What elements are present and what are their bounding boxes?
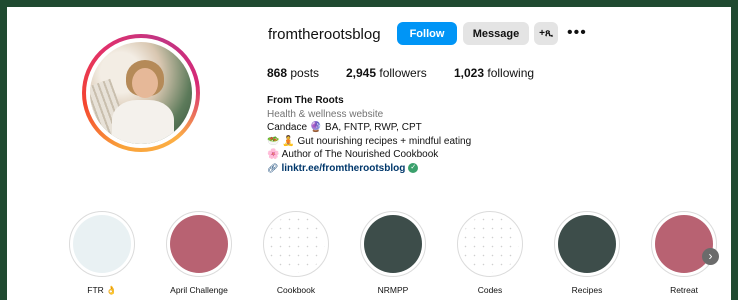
- highlight-label: Retreat: [670, 285, 698, 295]
- more-options-icon[interactable]: •••: [567, 24, 587, 42]
- highlight-label: NRMPP: [377, 285, 409, 295]
- posts-stat[interactable]: 868 posts: [267, 66, 319, 80]
- display-name: From The Roots: [267, 95, 344, 106]
- profile-username: fromtherootsblog: [268, 26, 381, 43]
- bio-link[interactable]: linktr.ee/fromtherootsblog: [281, 162, 405, 176]
- posts-label: posts: [290, 66, 320, 80]
- highlight-label: Recipes: [571, 285, 603, 295]
- followers-count: 2,945: [346, 66, 377, 80]
- highlight-item[interactable]: Retreat: [644, 211, 724, 295]
- following-count: 1,023: [454, 66, 485, 80]
- following-stat[interactable]: 1,023 following: [454, 66, 534, 80]
- bio-line-credentials: Candace 🔮 BA, FNTP, RWP, CPT: [267, 122, 422, 133]
- highlight-label: April Challenge: [170, 285, 228, 295]
- verified-check-icon: ✓: [408, 163, 419, 174]
- bio-line-cookbook: 🌸 Author of The Nourished Cookbook: [267, 149, 439, 160]
- add-person-icon: +ጺ: [539, 28, 553, 39]
- profile-card: fromtherootsblog Follow Message +ጺ ••• 8…: [7, 7, 731, 300]
- followers-stat[interactable]: 2,945 followers: [346, 66, 427, 80]
- following-label: following: [487, 66, 535, 80]
- highlight-item[interactable]: April Challenge: [159, 211, 239, 295]
- bio-link-row: 🔗︎ linktr.ee/fromtherootsblog ✓: [267, 162, 471, 176]
- highlight-cover: [554, 211, 620, 277]
- follow-button[interactable]: Follow: [397, 22, 457, 45]
- message-button[interactable]: Message: [463, 22, 529, 45]
- highlight-cover: [360, 211, 426, 277]
- highlight-item[interactable]: Cookbook: [256, 211, 336, 295]
- link-icon: 🔗︎: [267, 162, 279, 173]
- highlight-label: FTR 👌: [87, 285, 117, 295]
- highlight-cover: [69, 211, 135, 277]
- profile-avatar[interactable]: [82, 34, 200, 152]
- bio-line-recipes: 🥗 🧘 Gut nourishing recipes + mindful eat…: [267, 135, 472, 147]
- highlight-item[interactable]: Recipes: [547, 211, 627, 295]
- profile-bio: From The Roots Health & wellness website…: [267, 94, 471, 175]
- profile-category: Health & wellness website: [267, 108, 384, 120]
- highlight-label: Cookbook: [276, 285, 316, 295]
- highlight-label: Codes: [477, 285, 503, 295]
- highlight-item[interactable]: FTR 👌: [62, 211, 142, 295]
- highlight-item[interactable]: NRMPP: [353, 211, 433, 295]
- highlight-cover: [263, 211, 329, 277]
- avatar-photo: [90, 42, 192, 144]
- posts-count: 868: [267, 66, 288, 80]
- highlight-cover: [651, 211, 717, 277]
- highlight-cover: [166, 211, 232, 277]
- highlight-cover: [457, 211, 523, 277]
- followers-label: followers: [379, 66, 427, 80]
- suggested-accounts-button[interactable]: +ጺ: [534, 22, 558, 45]
- highlights-next-arrow-icon[interactable]: ›: [702, 248, 719, 265]
- highlight-item[interactable]: Codes: [450, 211, 530, 295]
